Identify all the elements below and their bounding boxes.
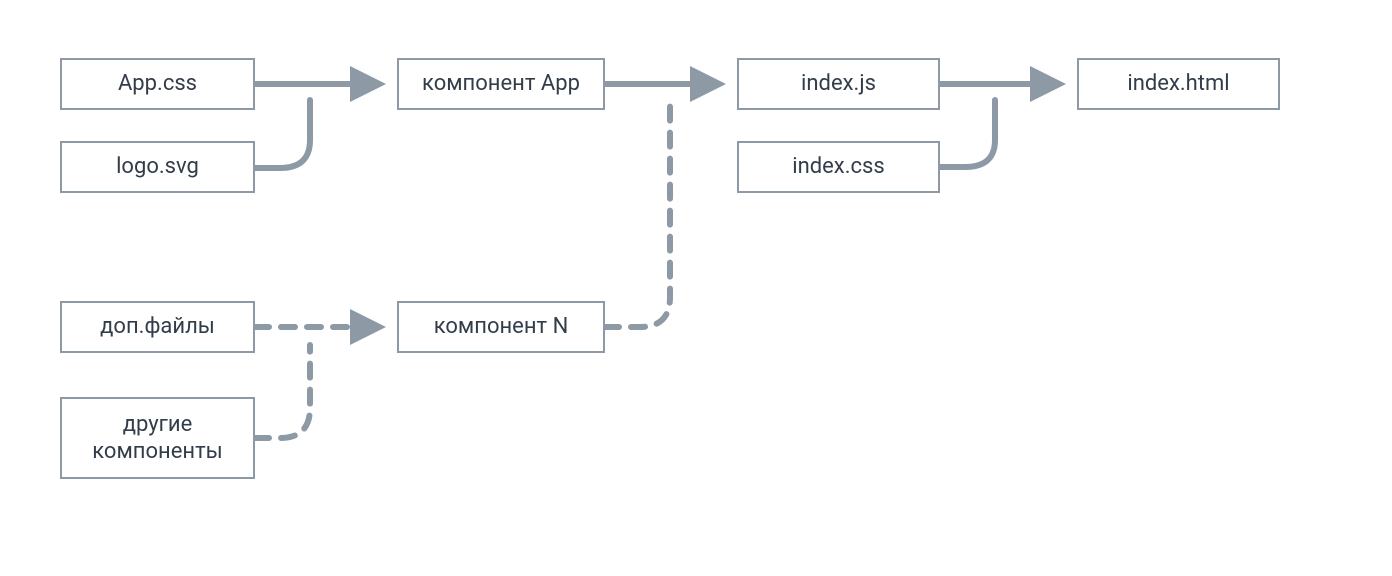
label: компонент N	[434, 313, 569, 341]
node-other-components: другие компоненты	[60, 397, 255, 479]
label: компонент App	[422, 70, 580, 98]
label: App.css	[118, 70, 197, 98]
label: index.html	[1127, 70, 1229, 98]
node-logo-svg: logo.svg	[60, 141, 255, 193]
node-index-js: index.js	[737, 58, 940, 110]
label: доп.файлы	[100, 313, 215, 341]
node-app-css: App.css	[60, 58, 255, 110]
node-index-html: index.html	[1077, 58, 1280, 110]
label: другие компоненты	[92, 411, 222, 466]
node-index-css: index.css	[737, 141, 940, 193]
label: index.css	[792, 153, 885, 181]
node-component-n: компонент N	[397, 301, 605, 353]
node-extra-files: доп.файлы	[60, 301, 255, 353]
label: logo.svg	[116, 153, 199, 181]
node-component-app: компонент App	[397, 58, 605, 110]
label: index.js	[801, 70, 876, 98]
